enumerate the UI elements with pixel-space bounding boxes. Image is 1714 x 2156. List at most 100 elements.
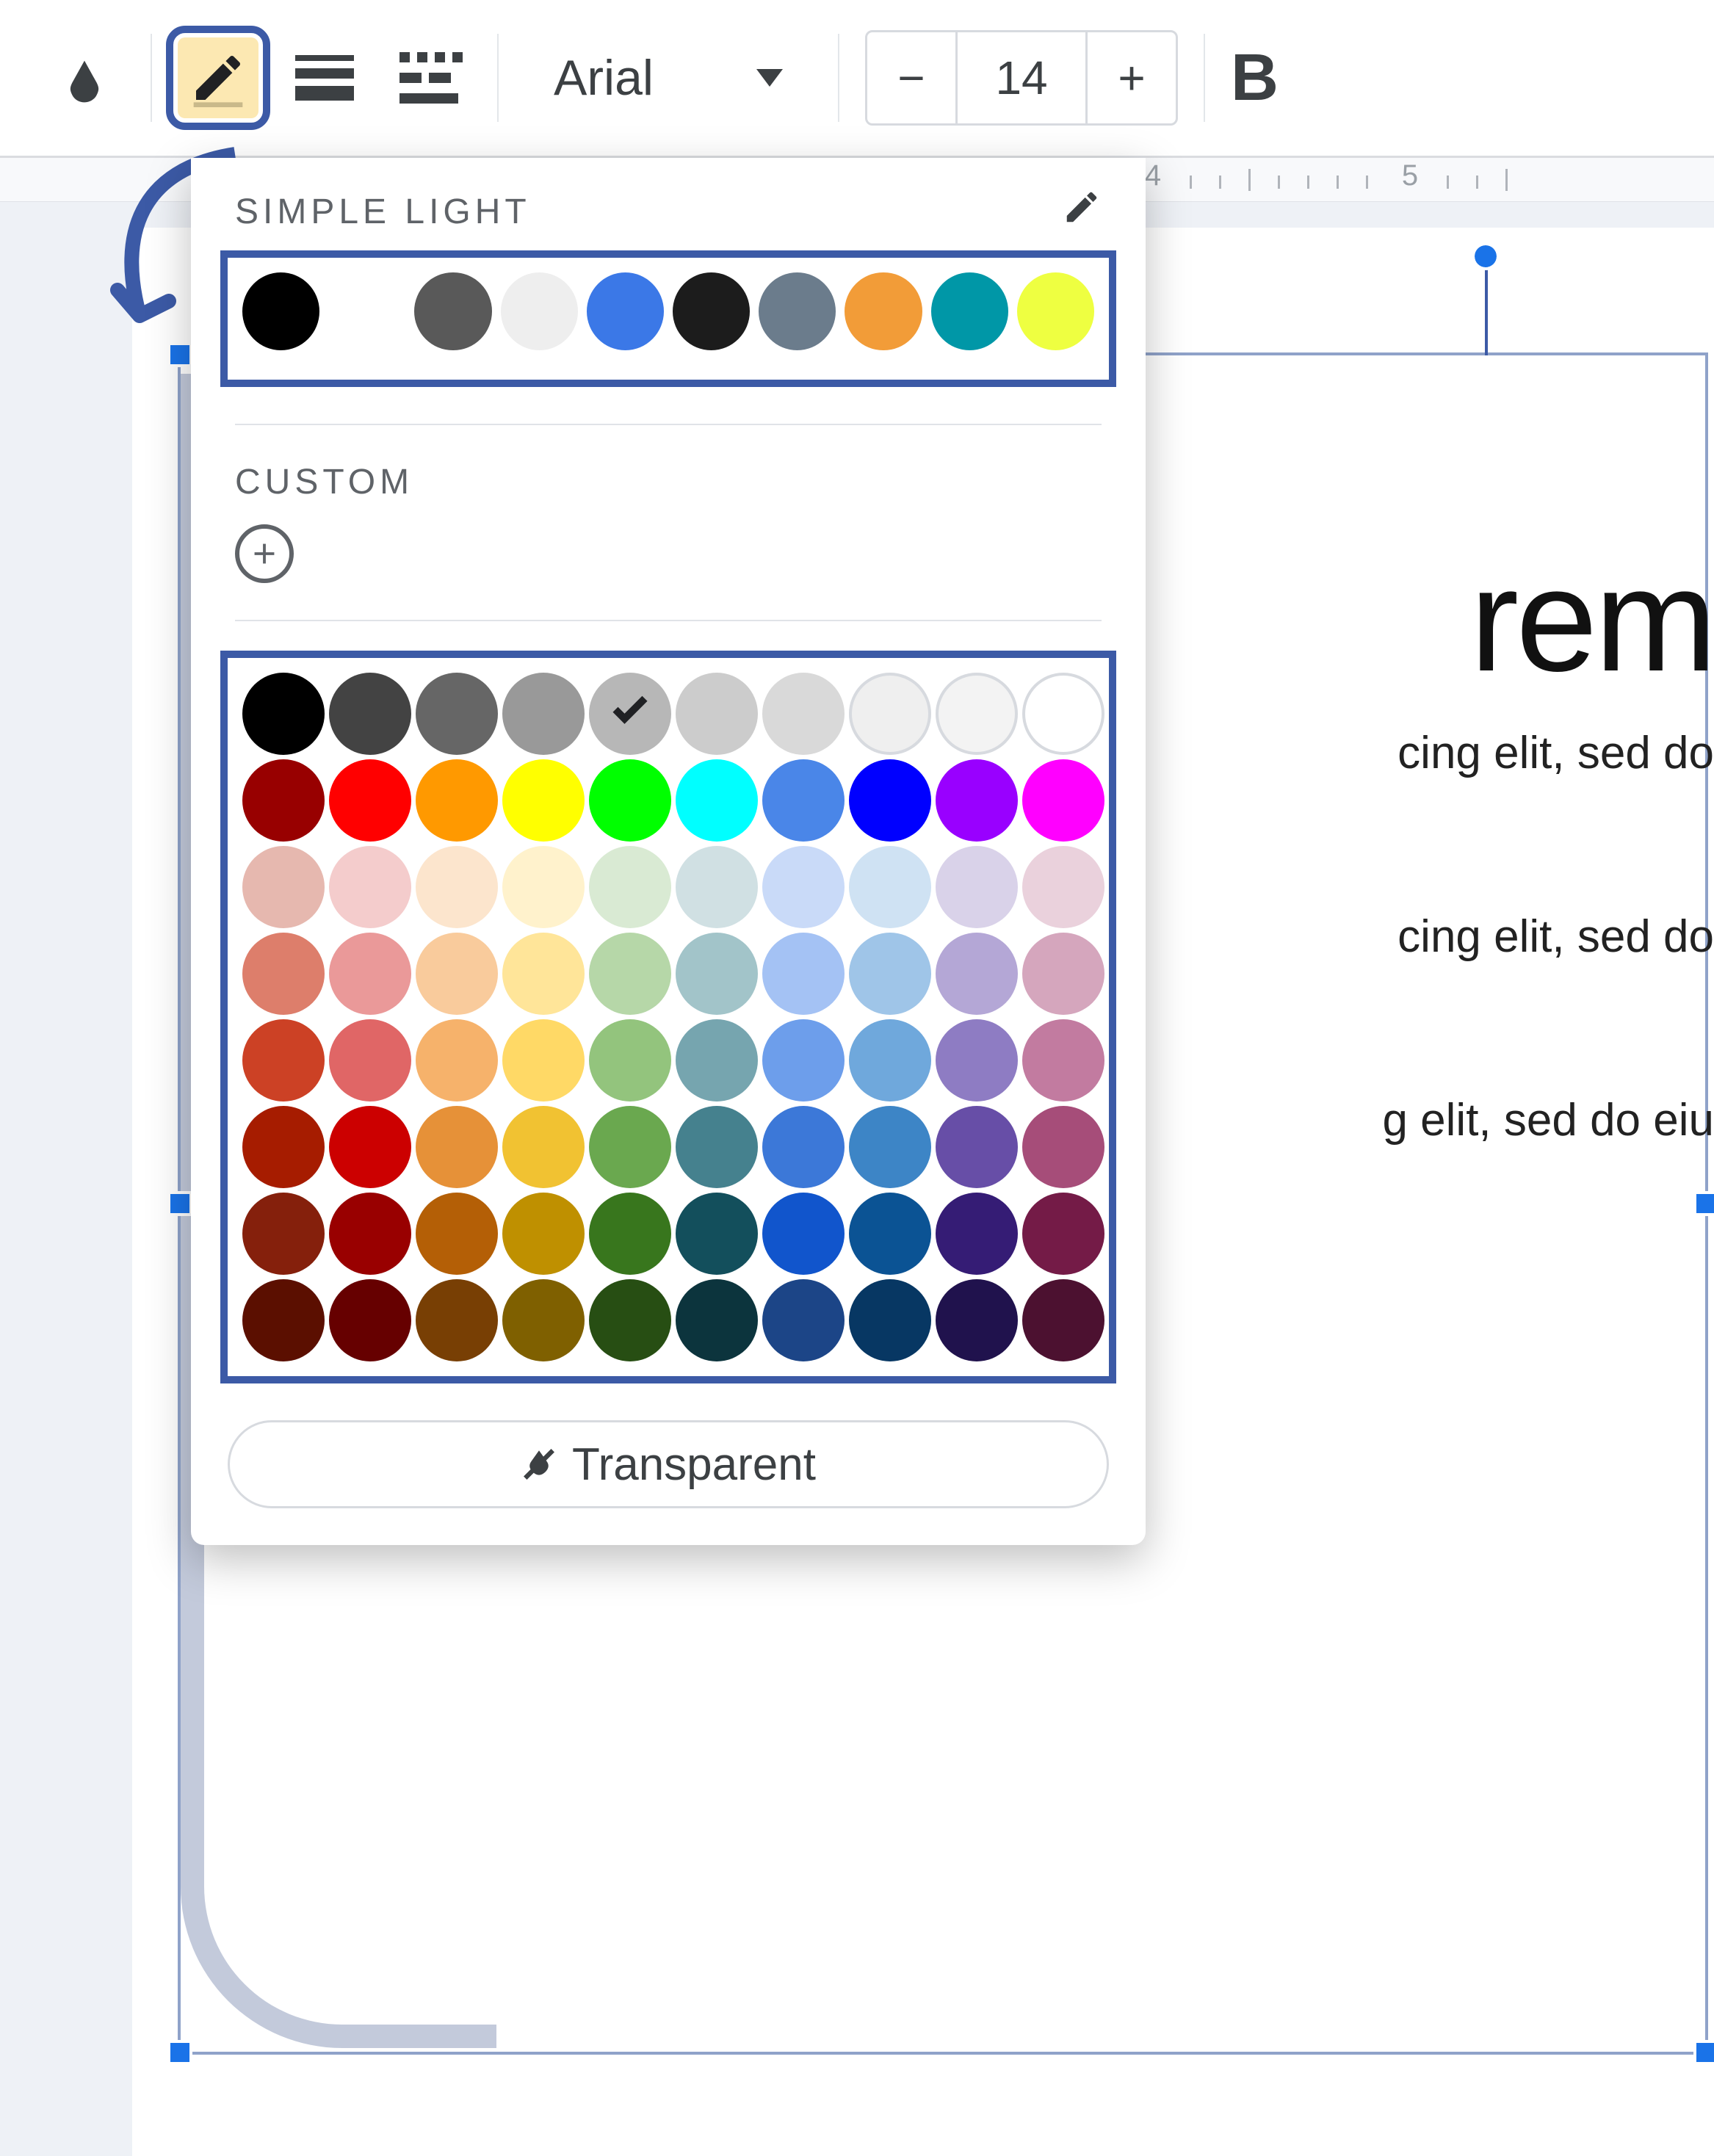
color-swatch[interactable]: [416, 1193, 498, 1275]
color-swatch[interactable]: [502, 1106, 585, 1188]
color-swatch[interactable]: [502, 759, 585, 842]
color-swatch[interactable]: [936, 1279, 1018, 1361]
color-swatch[interactable]: [849, 1019, 931, 1101]
color-swatch[interactable]: [1022, 1279, 1104, 1361]
theme-color-swatch[interactable]: [414, 272, 491, 350]
bold-button[interactable]: B: [1231, 40, 1297, 116]
color-swatch[interactable]: [242, 1106, 325, 1188]
decrease-font-size-button[interactable]: −: [867, 32, 955, 123]
color-swatch[interactable]: [676, 846, 758, 928]
color-swatch[interactable]: [329, 1019, 411, 1101]
color-swatch[interactable]: [1022, 1106, 1104, 1188]
color-swatch[interactable]: [676, 673, 758, 755]
color-swatch[interactable]: [676, 1193, 758, 1275]
color-swatch[interactable]: [676, 759, 758, 842]
color-swatch[interactable]: [329, 846, 411, 928]
color-swatch[interactable]: [849, 1193, 931, 1275]
color-swatch[interactable]: [762, 759, 845, 842]
color-swatch[interactable]: [242, 1279, 325, 1361]
color-swatch[interactable]: [502, 1019, 585, 1101]
color-swatch[interactable]: [1022, 846, 1104, 928]
color-swatch[interactable]: [762, 933, 845, 1015]
color-swatch[interactable]: [329, 1106, 411, 1188]
rotation-handle[interactable]: [1475, 245, 1497, 267]
color-swatch[interactable]: [502, 846, 585, 928]
color-swatch[interactable]: [242, 673, 325, 755]
color-swatch[interactable]: [416, 759, 498, 842]
border-color-button[interactable]: [178, 37, 258, 118]
color-swatch[interactable]: [416, 673, 498, 755]
color-swatch[interactable]: [849, 933, 931, 1015]
color-swatch[interactable]: [242, 1193, 325, 1275]
color-swatch[interactable]: [589, 1019, 671, 1101]
font-size-value[interactable]: 14: [955, 32, 1088, 123]
color-swatch[interactable]: [936, 673, 1018, 755]
color-swatch[interactable]: [502, 1193, 585, 1275]
color-swatch[interactable]: [936, 1106, 1018, 1188]
theme-color-swatch[interactable]: [1017, 272, 1094, 350]
color-swatch[interactable]: [676, 1106, 758, 1188]
color-swatch[interactable]: [849, 1106, 931, 1188]
color-swatch[interactable]: [329, 933, 411, 1015]
font-family-select[interactable]: Arial: [524, 30, 812, 126]
color-swatch[interactable]: [329, 759, 411, 842]
color-swatch[interactable]: [502, 933, 585, 1015]
color-swatch[interactable]: [676, 933, 758, 1015]
color-swatch[interactable]: [589, 933, 671, 1015]
theme-color-swatch[interactable]: [242, 272, 319, 350]
color-swatch[interactable]: [676, 1019, 758, 1101]
color-swatch[interactable]: [936, 846, 1018, 928]
color-swatch[interactable]: [676, 1279, 758, 1361]
color-swatch[interactable]: [589, 1106, 671, 1188]
color-swatch[interactable]: [762, 1106, 845, 1188]
color-swatch[interactable]: [589, 1193, 671, 1275]
color-swatch[interactable]: [589, 1279, 671, 1361]
color-swatch[interactable]: [416, 1279, 498, 1361]
color-swatch[interactable]: [1022, 673, 1104, 755]
color-swatch[interactable]: [416, 933, 498, 1015]
color-swatch[interactable]: [589, 673, 671, 755]
theme-color-swatch[interactable]: [845, 272, 922, 350]
color-swatch[interactable]: [936, 1193, 1018, 1275]
color-swatch[interactable]: [589, 846, 671, 928]
color-swatch[interactable]: [416, 846, 498, 928]
color-swatch[interactable]: [1022, 1019, 1104, 1101]
theme-color-swatch[interactable]: [931, 272, 1008, 350]
color-swatch[interactable]: [936, 933, 1018, 1015]
color-swatch[interactable]: [242, 846, 325, 928]
border-dash-button[interactable]: [391, 37, 471, 118]
resize-handle[interactable]: [170, 2043, 189, 2062]
color-swatch[interactable]: [1022, 933, 1104, 1015]
add-custom-color-button[interactable]: [235, 524, 294, 583]
color-swatch[interactable]: [849, 673, 931, 755]
resize-handle[interactable]: [170, 345, 189, 364]
color-swatch[interactable]: [242, 1019, 325, 1101]
color-swatch[interactable]: [329, 1193, 411, 1275]
color-swatch[interactable]: [762, 673, 845, 755]
color-swatch[interactable]: [242, 759, 325, 842]
color-swatch[interactable]: [936, 1019, 1018, 1101]
theme-color-swatch[interactable]: [328, 272, 405, 350]
resize-handle[interactable]: [170, 1194, 189, 1213]
color-swatch[interactable]: [936, 759, 1018, 842]
color-swatch[interactable]: [762, 1279, 845, 1361]
color-swatch[interactable]: [849, 1279, 931, 1361]
border-weight-button[interactable]: [284, 37, 365, 118]
theme-color-swatch[interactable]: [587, 272, 664, 350]
color-swatch[interactable]: [1022, 1193, 1104, 1275]
color-swatch[interactable]: [242, 933, 325, 1015]
theme-color-swatch[interactable]: [759, 272, 836, 350]
color-swatch[interactable]: [762, 1193, 845, 1275]
resize-handle[interactable]: [1696, 2043, 1714, 2062]
color-swatch[interactable]: [1022, 759, 1104, 842]
color-swatch[interactable]: [762, 846, 845, 928]
fill-color-button[interactable]: [44, 37, 125, 118]
theme-color-swatch[interactable]: [501, 272, 578, 350]
color-swatch[interactable]: [416, 1019, 498, 1101]
color-swatch[interactable]: [502, 1279, 585, 1361]
color-swatch[interactable]: [589, 759, 671, 842]
color-swatch[interactable]: [502, 673, 585, 755]
color-swatch[interactable]: [329, 1279, 411, 1361]
color-swatch[interactable]: [762, 1019, 845, 1101]
edit-theme-icon[interactable]: [1062, 187, 1102, 236]
